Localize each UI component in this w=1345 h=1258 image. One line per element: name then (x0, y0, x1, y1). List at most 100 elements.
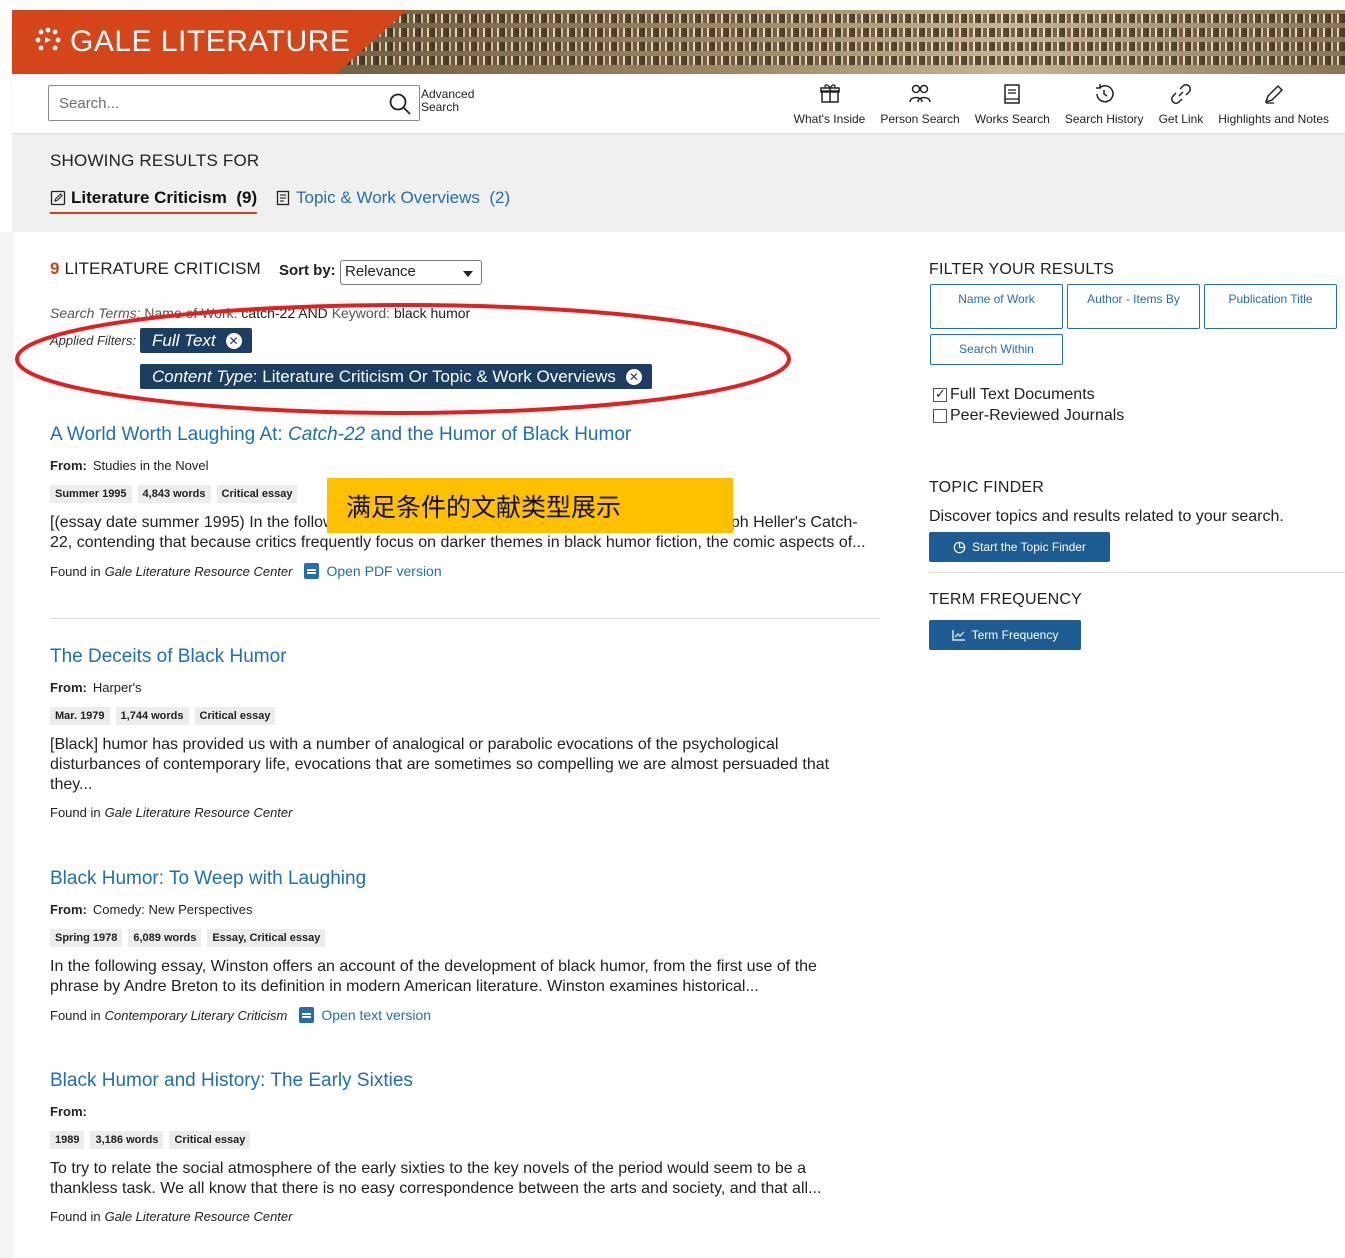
result-title-link[interactable]: The Deceits of Black Humor (50, 646, 880, 668)
result-item: Black Humor and History: The Early Sixti… (50, 1070, 880, 1224)
history-icon (1096, 84, 1114, 103)
checkbox-checked[interactable] (933, 386, 947, 402)
sort-select[interactable]: Relevance (340, 260, 482, 285)
result-found-in: Found in Contemporary Literary Criticism… (50, 1007, 880, 1023)
search-term-key: Keyword: (331, 305, 391, 321)
tool-label: Highlights and Notes (1218, 112, 1329, 126)
sidebar-divider (929, 572, 1345, 573)
filter-chip-full-text[interactable]: Full Text ✕ (140, 328, 252, 353)
tool-person-search[interactable]: Person Search (880, 82, 960, 126)
result-title-link[interactable]: Black Humor: To Weep with Laughing (50, 868, 880, 890)
from-value: Comedy: New Perspectives (92, 902, 253, 917)
search-term-value: black humor (393, 305, 471, 321)
doctype-badge: Critical essay (216, 485, 298, 503)
chart-line-icon (952, 630, 965, 641)
tab-topic-work-overviews[interactable]: Topic & Work Overviews (2) (275, 188, 510, 208)
search-icon[interactable] (387, 91, 413, 117)
filter-publication-title-button[interactable]: Publication Title (1204, 284, 1337, 329)
result-title-link[interactable]: Black Humor and History: The Early Sixti… (50, 1070, 880, 1092)
from-label: From: (50, 680, 87, 695)
from-label: From: (50, 902, 87, 917)
result-item: Black Humor: To Weep with Laughing From:… (50, 868, 880, 1023)
found-label: Found in (50, 1209, 101, 1224)
gale-logo-icon (34, 27, 62, 57)
date-badge: 1989 (50, 1131, 85, 1149)
tool-label: Works Search (974, 112, 1050, 126)
term-frequency-button[interactable]: Term Frequency (929, 620, 1081, 650)
from-label: From: (50, 1104, 87, 1119)
from-label: From: (50, 458, 87, 473)
search-terms-label: Search Terms: (50, 305, 141, 321)
search-terms: Search Terms: Name of Work: catch-22 AND… (50, 305, 470, 321)
chip-label: Full Text (152, 330, 216, 350)
doctype-badge: Critical essay (169, 1131, 251, 1149)
filter-author-button[interactable]: Author - Items By (1067, 284, 1200, 329)
found-label: Found in (50, 563, 101, 579)
tool-works-search[interactable]: Works Search (975, 82, 1050, 126)
document-icon (276, 190, 290, 206)
wordcount-badge: 1,744 words (115, 707, 189, 725)
filter-search-within-button[interactable]: Search Within (930, 334, 1063, 365)
edit-doc-icon (50, 190, 66, 206)
result-found-in: Found in Gale Literature Resource Center (50, 805, 880, 820)
search-box (48, 85, 420, 121)
pen-icon (1264, 84, 1283, 104)
result-source: From: Harper's (50, 680, 880, 695)
tool-label: Get Link (1158, 112, 1204, 126)
result-snippet: To try to relate the social atmosphere o… (50, 1160, 822, 1197)
advanced-search-link[interactable]: Advanced Search (421, 88, 474, 114)
found-label: Found in (50, 1007, 101, 1023)
logo-text: GALE LITERATURE (70, 25, 351, 58)
result-found-in: Found in Gale Literature Resource Center (50, 1209, 880, 1224)
results-for-band: SHOWING RESULTS FOR Literature Criticism… (12, 134, 1345, 232)
tool-get-link[interactable]: Get Link (1158, 82, 1204, 126)
result-title-link[interactable]: A World Worth Laughing At: Catch-22 and … (50, 424, 880, 446)
tab-label: Literature Criticism (9) (71, 188, 258, 207)
tool-whats-inside[interactable]: What's Inside (793, 82, 866, 126)
annotation-note: 满足条件的文献类型展示 (327, 478, 733, 533)
header-toolbar: Advanced Search What's Inside Person Sea… (12, 74, 1345, 134)
filter-results-heading: FILTER YOUR RESULTS (929, 261, 1115, 278)
result-snippet: [Black] humor has provided us with a num… (50, 736, 830, 793)
filter-chip-content-type[interactable]: Content Type : Literature Criticism Or T… (140, 364, 652, 389)
tool-search-history[interactable]: Search History (1065, 82, 1144, 126)
close-icon[interactable]: ✕ (225, 332, 242, 349)
tool-highlights-notes[interactable]: Highlights and Notes (1218, 82, 1329, 126)
site-banner: GALE LITERATURE (12, 10, 1345, 74)
chevron-down-icon (463, 271, 473, 277)
sort-value: Relevance (345, 263, 416, 280)
gift-icon (819, 84, 840, 103)
open-text-link[interactable]: Open text version (299, 1007, 431, 1023)
search-input[interactable] (49, 86, 369, 120)
doctype-badge: Essay, Critical essay (207, 929, 326, 947)
date-badge: Summer 1995 (50, 485, 132, 503)
found-source: Gale Literature Resource Center (104, 563, 293, 579)
title-part: Catch-22 (288, 424, 366, 445)
checkbox-peer-reviewed[interactable]: Peer-Reviewed Journals (933, 407, 1124, 425)
start-topic-finder-button[interactable]: Start the Topic Finder (929, 532, 1110, 562)
wordcount-badge: 4,843 words (137, 485, 211, 503)
people-icon (909, 84, 931, 103)
title-part: A World Worth Laughing At: (50, 424, 288, 445)
result-badges: Mar. 1979 1,744 words Critical essay (50, 707, 880, 725)
found-source: Gale Literature Resource Center (104, 1209, 293, 1224)
found-label: Found in (50, 805, 101, 820)
found-source: Gale Literature Resource Center (104, 805, 293, 820)
document-icon (304, 563, 320, 579)
close-icon[interactable]: ✕ (625, 368, 642, 385)
checkbox-label: Full Text Documents (950, 386, 1095, 403)
from-value: Studies in the Novel (92, 458, 209, 473)
doctype-badge: Critical essay (194, 707, 276, 725)
open-pdf-link[interactable]: Open PDF version (304, 563, 442, 579)
wordcount-badge: 6,089 words (128, 929, 202, 947)
tab-literature-criticism[interactable]: Literature Criticism (9) (50, 188, 258, 214)
chip-key: Content Type (152, 366, 253, 386)
checkbox-full-text[interactable]: Full Text Documents (933, 386, 1095, 404)
checkbox-unchecked[interactable] (933, 409, 947, 423)
tool-label: What's Inside (793, 112, 866, 126)
open-link-label: Open PDF version (326, 563, 442, 579)
filter-name-of-work-button[interactable]: Name of Work (930, 284, 1063, 329)
tab-label: Topic & Work Overviews (2) (296, 188, 511, 207)
from-value: Harper's (92, 680, 142, 695)
checkbox-label: Peer-Reviewed Journals (950, 407, 1125, 424)
